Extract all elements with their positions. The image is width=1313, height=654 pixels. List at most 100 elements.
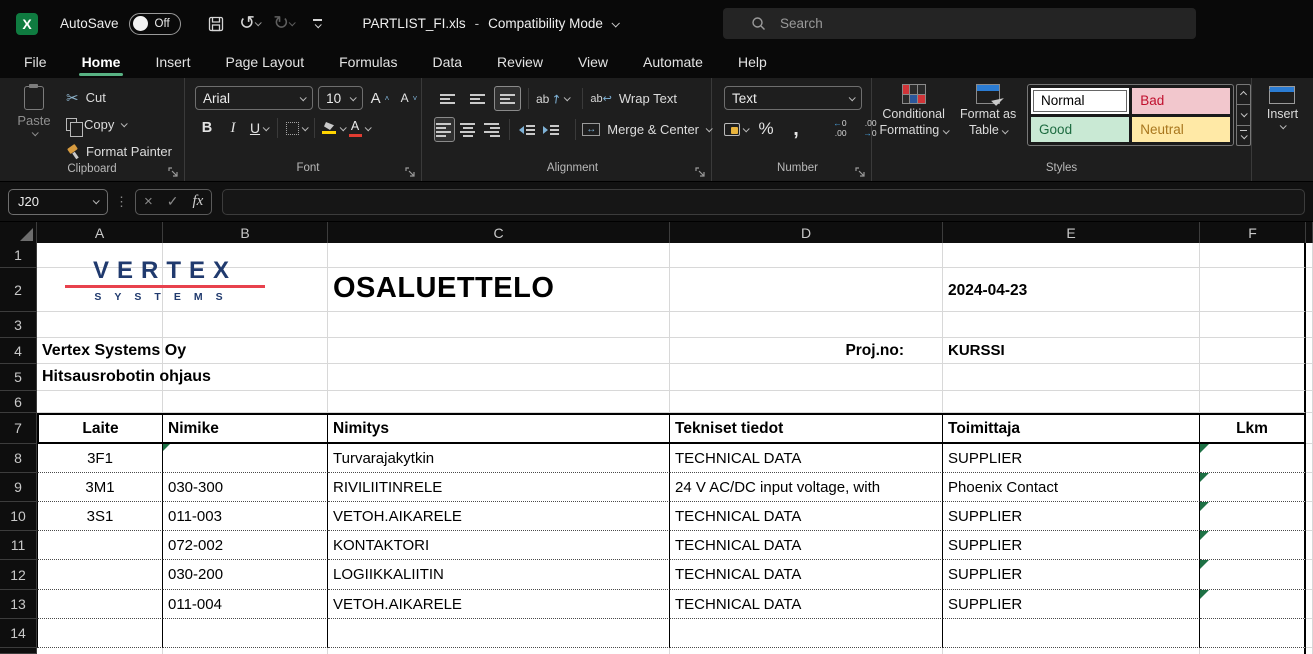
cell-D9[interactable]: 24 V AC/DC input voltage, with bbox=[670, 473, 943, 502]
style-normal[interactable]: Normal bbox=[1031, 88, 1129, 114]
select-all-button[interactable] bbox=[0, 222, 37, 243]
percent-style-button[interactable]: % bbox=[754, 117, 778, 141]
undo-button[interactable]: ↺ bbox=[235, 9, 265, 39]
cell-D7[interactable]: Tekniset tiedot bbox=[670, 413, 943, 444]
cell-F5[interactable] bbox=[1200, 364, 1306, 391]
cell-F15[interactable] bbox=[1200, 648, 1306, 654]
autosave-toggle[interactable]: Off bbox=[129, 13, 181, 35]
cell-A7[interactable]: Laite bbox=[37, 413, 163, 444]
cell-C15[interactable] bbox=[328, 648, 670, 654]
redo-button[interactable]: ↻ bbox=[269, 9, 299, 39]
cell-C13[interactable]: VETOH.AIKARELE bbox=[328, 590, 670, 619]
cell-C7[interactable]: Nimitys bbox=[328, 413, 670, 444]
row-header-3[interactable]: 3 bbox=[0, 312, 37, 338]
row-header-7[interactable]: 7 bbox=[0, 413, 37, 444]
cell-E6[interactable] bbox=[943, 391, 1200, 413]
style-good[interactable]: Good bbox=[1031, 117, 1129, 143]
cell-B7[interactable]: Nimike bbox=[163, 413, 328, 444]
gallery-more-button[interactable] bbox=[1237, 126, 1250, 145]
accounting-format-button[interactable] bbox=[724, 117, 748, 141]
tab-page-layout[interactable]: Page Layout bbox=[225, 54, 304, 78]
font-color-button[interactable]: A bbox=[347, 116, 371, 140]
tab-home[interactable]: Home bbox=[82, 54, 121, 78]
column-header-D[interactable]: D bbox=[670, 222, 943, 243]
cell-D4[interactable]: Proj.no: bbox=[670, 338, 943, 364]
cell-C5[interactable] bbox=[328, 364, 670, 391]
comma-style-button[interactable]: , bbox=[784, 117, 808, 141]
align-bottom-button[interactable] bbox=[494, 86, 521, 111]
cell-E9[interactable]: Phoenix Contact bbox=[943, 473, 1200, 502]
orientation-button[interactable]: ab↗ bbox=[536, 87, 569, 111]
cell-sliver-14[interactable] bbox=[1306, 619, 1313, 648]
column-header-G-sliver[interactable] bbox=[1306, 222, 1313, 243]
cell-E3[interactable] bbox=[943, 312, 1200, 338]
cell-E1[interactable] bbox=[943, 243, 1200, 268]
row-header-9[interactable]: 9 bbox=[0, 473, 37, 502]
cell-A14[interactable] bbox=[37, 619, 163, 648]
style-neutral[interactable]: Neutral bbox=[1132, 117, 1230, 143]
cell-C6[interactable] bbox=[328, 391, 670, 413]
name-box[interactable]: J20 bbox=[8, 189, 108, 215]
row-header-6[interactable]: 6 bbox=[0, 391, 37, 413]
cell-B12[interactable]: 030-200 bbox=[163, 560, 328, 590]
search-input[interactable]: Search bbox=[723, 8, 1196, 39]
cell-A13[interactable] bbox=[37, 590, 163, 619]
save-button[interactable] bbox=[201, 9, 231, 39]
row-header-13[interactable]: 13 bbox=[0, 590, 37, 619]
cell-C8[interactable]: Turvarajakytkin bbox=[328, 444, 670, 473]
tab-view[interactable]: View bbox=[578, 54, 608, 78]
cell-C10[interactable]: VETOH.AIKARELE bbox=[328, 502, 670, 531]
excel-app-icon[interactable]: X bbox=[16, 13, 38, 35]
cell-D15[interactable] bbox=[670, 648, 943, 654]
cell-E5[interactable] bbox=[943, 364, 1200, 391]
cell-A6[interactable] bbox=[37, 391, 163, 413]
insert-function-icon[interactable]: fx bbox=[193, 193, 204, 210]
cell-E4[interactable]: KURSSI bbox=[943, 338, 1200, 364]
cell-A9[interactable]: 3M1 bbox=[37, 473, 163, 502]
row-header-sliver[interactable] bbox=[0, 648, 37, 654]
wrap-text-button[interactable]: ab↩ Wrap Text bbox=[590, 91, 677, 106]
enter-icon[interactable]: ✓ bbox=[167, 193, 179, 210]
cell-A11[interactable] bbox=[37, 531, 163, 560]
number-format-select[interactable]: Text bbox=[724, 86, 862, 110]
cell-F7[interactable]: Lkm bbox=[1200, 413, 1306, 444]
cut-button[interactable]: ✂ Cut bbox=[66, 86, 172, 109]
row-header-4[interactable]: 4 bbox=[0, 338, 37, 364]
decrease-font-size-button[interactable]: A˅ bbox=[397, 86, 421, 110]
cell-B13[interactable]: 011-004 bbox=[163, 590, 328, 619]
cell-sliver-4[interactable] bbox=[1306, 338, 1313, 364]
cell-C3[interactable] bbox=[328, 312, 670, 338]
increase-font-size-button[interactable]: A˄ bbox=[368, 86, 392, 110]
row-header-14[interactable]: 14 bbox=[0, 619, 37, 648]
increase-indent-button[interactable] bbox=[541, 117, 562, 142]
cell-F4[interactable] bbox=[1200, 338, 1306, 364]
cell-A4[interactable]: Vertex Systems Oy bbox=[37, 338, 163, 364]
cell-A3[interactable] bbox=[37, 312, 163, 338]
align-center-button[interactable] bbox=[458, 117, 479, 142]
tab-insert[interactable]: Insert bbox=[155, 54, 190, 78]
formula-input[interactable] bbox=[222, 189, 1305, 215]
tab-automate[interactable]: Automate bbox=[643, 54, 703, 78]
cell-sliver-1[interactable] bbox=[1306, 243, 1313, 268]
cell-B8[interactable] bbox=[163, 444, 328, 473]
copy-button[interactable]: Copy bbox=[66, 113, 172, 136]
style-bad[interactable]: Bad bbox=[1132, 88, 1230, 114]
gallery-scroll-up-button[interactable] bbox=[1237, 85, 1250, 105]
cancel-icon[interactable]: × bbox=[144, 193, 153, 210]
cell-E12[interactable]: SUPPLIER bbox=[943, 560, 1200, 590]
cell-C11[interactable]: KONTAKTORI bbox=[328, 531, 670, 560]
cell-sliver-10[interactable] bbox=[1306, 502, 1313, 531]
row-header-5[interactable]: 5 bbox=[0, 364, 37, 391]
tab-help[interactable]: Help bbox=[738, 54, 767, 78]
cell-A15[interactable] bbox=[37, 648, 163, 654]
cell-F6[interactable] bbox=[1200, 391, 1306, 413]
row-header-10[interactable]: 10 bbox=[0, 502, 37, 531]
cell-F10[interactable] bbox=[1200, 502, 1306, 531]
column-header-E[interactable]: E bbox=[943, 222, 1200, 243]
tab-data[interactable]: Data bbox=[432, 54, 462, 78]
decrease-indent-button[interactable] bbox=[517, 117, 538, 142]
cell-sliver-2[interactable] bbox=[1306, 268, 1313, 312]
cell-F1[interactable] bbox=[1200, 243, 1306, 268]
cell-E14[interactable] bbox=[943, 619, 1200, 648]
cell-D1[interactable] bbox=[670, 243, 943, 268]
